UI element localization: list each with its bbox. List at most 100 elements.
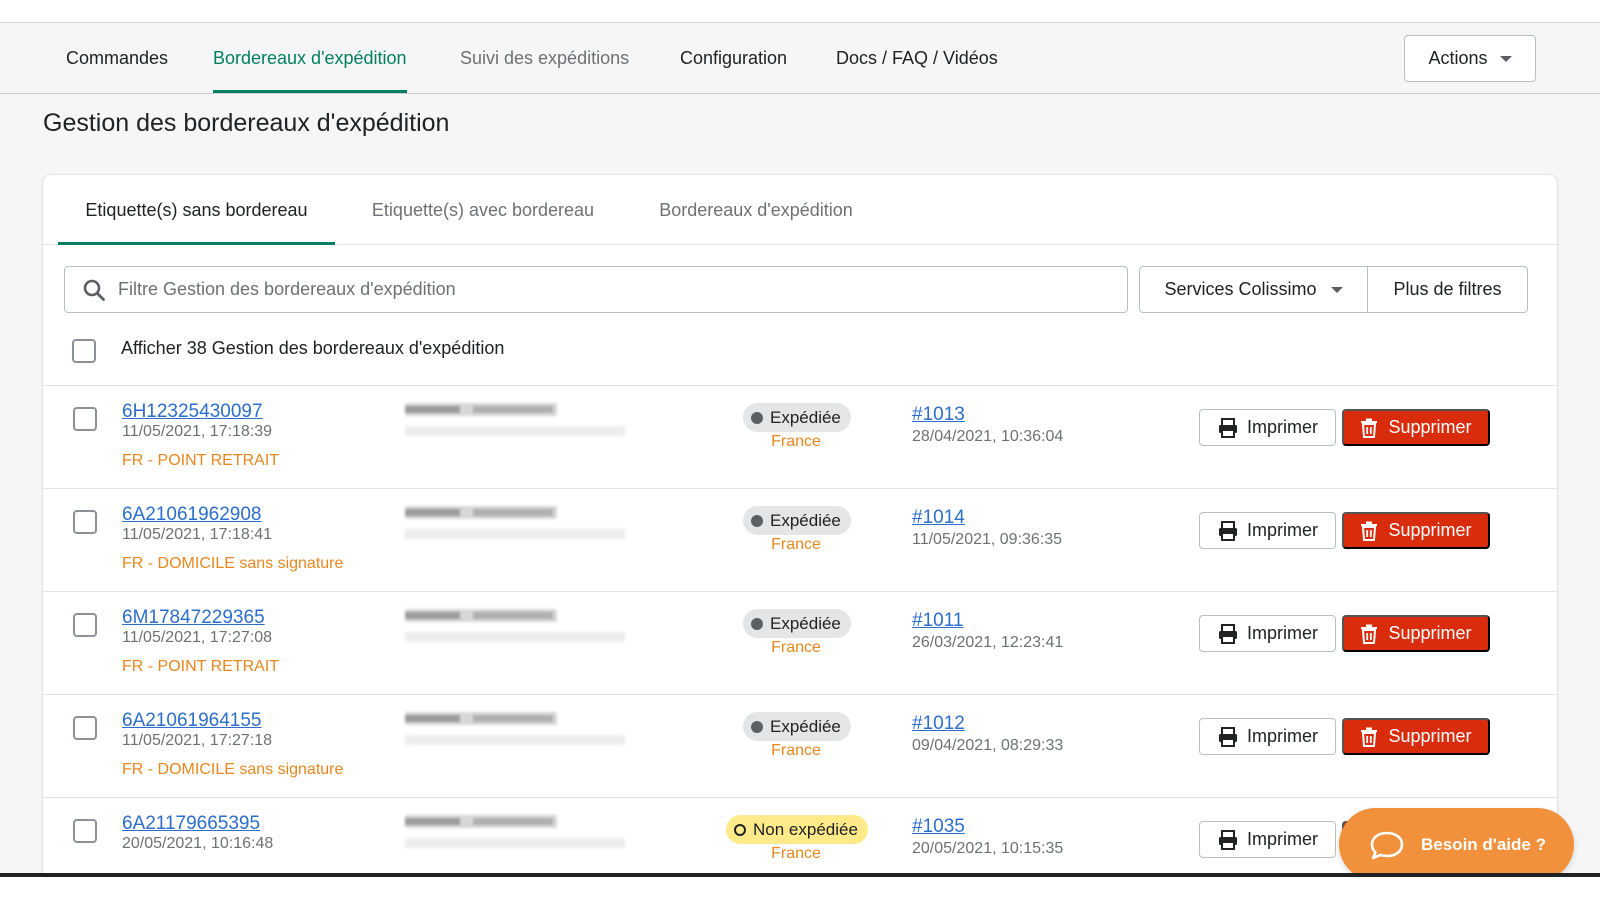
print-button-label: Imprimer (1247, 623, 1318, 643)
shipping-service: FR - POINT RETRAIT (122, 658, 280, 675)
destination-country: France (771, 845, 821, 862)
print-button-label: Imprimer (1247, 829, 1318, 849)
window-bottom-edge (0, 873, 1600, 877)
print-button[interactable]: Imprimer (1199, 615, 1336, 652)
tab-bordereaux-expedition[interactable]: Bordereaux d'expédition (640, 175, 872, 245)
services-colissimo-button[interactable]: Services Colissimo (1139, 266, 1368, 313)
row-checkbox[interactable] (73, 407, 97, 431)
printer-icon (1219, 829, 1237, 850)
redacted-customer-email (405, 529, 625, 539)
label-date: 20/05/2021, 10:16:48 (122, 835, 274, 852)
order-number-link[interactable]: #1012 (912, 713, 965, 735)
print-button[interactable]: Imprimer (1199, 512, 1336, 549)
printer-icon (1219, 520, 1237, 541)
destination-country: France (771, 433, 821, 450)
order-date: 11/05/2021, 09:36:35 (912, 531, 1063, 548)
caret-down-icon (1330, 286, 1343, 293)
tracking-number-link[interactable]: 6A21061962908 (122, 504, 261, 526)
delete-button[interactable]: Supprimer (1342, 718, 1490, 755)
order-date: 26/03/2021, 12:23:41 (912, 634, 1064, 651)
caret-down-icon (1499, 55, 1512, 62)
app-area: Commandes Bordereaux d'expédition Suivi … (0, 23, 1600, 873)
tracking-number-link[interactable]: 6A21061964155 (122, 710, 261, 732)
table-row: 6A21179665395 20/05/2021, 10:16:48 Non exp… (43, 797, 1557, 873)
delete-button[interactable]: Supprimer (1342, 409, 1490, 446)
delete-button-label: Supprimer (1388, 726, 1472, 746)
row-checkbox[interactable] (73, 510, 97, 534)
delete-button[interactable]: Supprimer (1342, 512, 1490, 549)
redacted-customer-email (405, 838, 625, 848)
status-badge: Expédiée (743, 609, 851, 638)
print-button[interactable]: Imprimer (1199, 718, 1336, 755)
status-label: Non expédiée (753, 819, 858, 839)
help-button-label: Besoin d'aide ? (1421, 834, 1546, 854)
order-number-link[interactable]: #1011 (912, 610, 963, 632)
order-number-link[interactable]: #1014 (912, 507, 965, 529)
search-input[interactable] (118, 267, 1127, 312)
label-date: 11/05/2021, 17:27:18 (122, 732, 273, 749)
status-badge: Expédiée (743, 712, 851, 741)
status-label: Expédiée (770, 716, 841, 736)
status-label: Expédiée (770, 613, 841, 633)
status-label: Expédiée (770, 407, 841, 427)
label-date: 11/05/2021, 17:18:41 (122, 526, 273, 543)
delete-button-label: Supprimer (1388, 520, 1472, 540)
nav-item-docs[interactable]: Docs / FAQ / Vidéos (836, 23, 998, 93)
nav-item-suivi[interactable]: Suivi des expéditions (460, 23, 629, 93)
shipping-service: FR - DOMICILE sans signature (122, 555, 344, 572)
order-number-link[interactable]: #1035 (912, 816, 965, 838)
redacted-customer-name (405, 403, 557, 416)
table-row: 6A21061964155 11/05/2021, 17:27:18 FR - DO… (43, 694, 1557, 797)
tab-etiquettes-avec-bordereau[interactable]: Etiquette(s) avec bordereau (354, 175, 612, 245)
nav-item-configuration[interactable]: Configuration (680, 23, 787, 93)
print-button[interactable]: Imprimer (1199, 409, 1336, 446)
destination-country: France (771, 639, 821, 656)
redacted-customer-name (405, 609, 557, 622)
status-dot-icon (751, 720, 763, 733)
redacted-customer-email (405, 735, 625, 745)
shipping-service: FR - POINT RETRAIT (122, 452, 280, 469)
redacted-customer-email (405, 426, 625, 436)
nav-item-commandes[interactable]: Commandes (66, 23, 168, 93)
select-all-checkbox[interactable] (72, 339, 96, 363)
row-checkbox[interactable] (73, 819, 97, 843)
tracking-number-link[interactable]: 6M17847229365 (122, 607, 265, 629)
tracking-number-link[interactable]: 6H12325430097 (122, 401, 263, 423)
search-icon (83, 279, 105, 301)
row-checkbox[interactable] (73, 613, 97, 637)
tracking-number-link[interactable]: 6A21179665395 (122, 813, 260, 835)
table-row: 6H12325430097 11/05/2021, 17:18:39 FR - PO… (43, 385, 1557, 488)
tab-bar: Etiquette(s) sans bordereau Etiquette(s)… (43, 175, 1557, 245)
status-dot-icon (751, 514, 763, 527)
order-number-link[interactable]: #1013 (912, 404, 965, 426)
status-badge: Non expédiée (726, 815, 868, 844)
help-button[interactable]: Besoin d'aide ? (1339, 808, 1574, 873)
print-button-label: Imprimer (1247, 520, 1318, 540)
status-badge: Expédiée (743, 403, 851, 432)
table-row: 6A21061962908 11/05/2021, 17:18:41 FR - DO… (43, 488, 1557, 591)
redacted-customer-name (405, 815, 557, 828)
delete-button-label: Supprimer (1388, 417, 1472, 437)
print-button[interactable]: Imprimer (1199, 821, 1336, 858)
shipping-service: FR - DOMICILE sans signature (122, 761, 344, 778)
delete-button[interactable]: Supprimer (1342, 615, 1490, 652)
printer-icon (1219, 417, 1237, 438)
order-date: 28/04/2021, 10:36:04 (912, 428, 1064, 445)
destination-country: France (771, 742, 821, 759)
more-filters-button[interactable]: Plus de filtres (1367, 266, 1528, 313)
status-dot-icon (734, 823, 746, 836)
search-field[interactable] (64, 266, 1128, 313)
status-label: Expédiée (770, 510, 841, 530)
nav-item-bordereaux[interactable]: Bordereaux d'expédition (213, 23, 407, 93)
status-badge: Expédiée (743, 506, 851, 535)
actions-button-label: Actions (1428, 48, 1488, 68)
page-title: Gestion des bordereaux d'expédition (43, 109, 450, 137)
actions-button[interactable]: Actions (1404, 35, 1536, 82)
row-checkbox[interactable] (73, 716, 97, 740)
printer-icon (1219, 726, 1237, 747)
destination-country: France (771, 536, 821, 553)
trash-icon (1361, 727, 1378, 747)
main-card: Etiquette(s) sans bordereau Etiquette(s)… (43, 175, 1557, 873)
tab-etiquettes-sans-bordereau[interactable]: Etiquette(s) sans bordereau (58, 175, 335, 245)
redacted-customer-name (405, 712, 557, 725)
